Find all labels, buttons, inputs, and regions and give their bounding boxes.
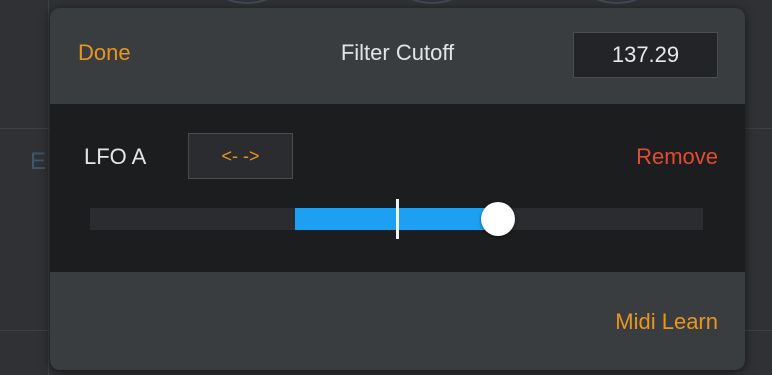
- midi-learn-button[interactable]: Midi Learn: [615, 309, 718, 335]
- remove-modulation-button[interactable]: Remove: [636, 144, 718, 170]
- background-label: E: [30, 148, 47, 175]
- popover-footer: Midi Learn: [50, 272, 745, 370]
- modulation-section: LFO A <- -> Remove: [50, 104, 745, 272]
- parameter-popover: Done Filter Cutoff 137.29 LFO A <- -> Re…: [50, 8, 745, 370]
- popover-header: Done Filter Cutoff 137.29: [50, 8, 745, 104]
- slider-center-marker: [395, 199, 399, 239]
- background-knob: [205, 0, 289, 4]
- background-knob: [390, 0, 474, 4]
- parameter-value-field[interactable]: 137.29: [573, 32, 718, 78]
- background-divider: [48, 0, 49, 375]
- modulation-source-label: LFO A: [84, 144, 147, 169]
- modulation-depth-slider[interactable]: [90, 199, 703, 239]
- slider-thumb[interactable]: [480, 202, 515, 236]
- background-knob: [575, 0, 659, 4]
- bipolar-toggle-button[interactable]: <- ->: [188, 133, 293, 179]
- done-button[interactable]: Done: [78, 40, 131, 66]
